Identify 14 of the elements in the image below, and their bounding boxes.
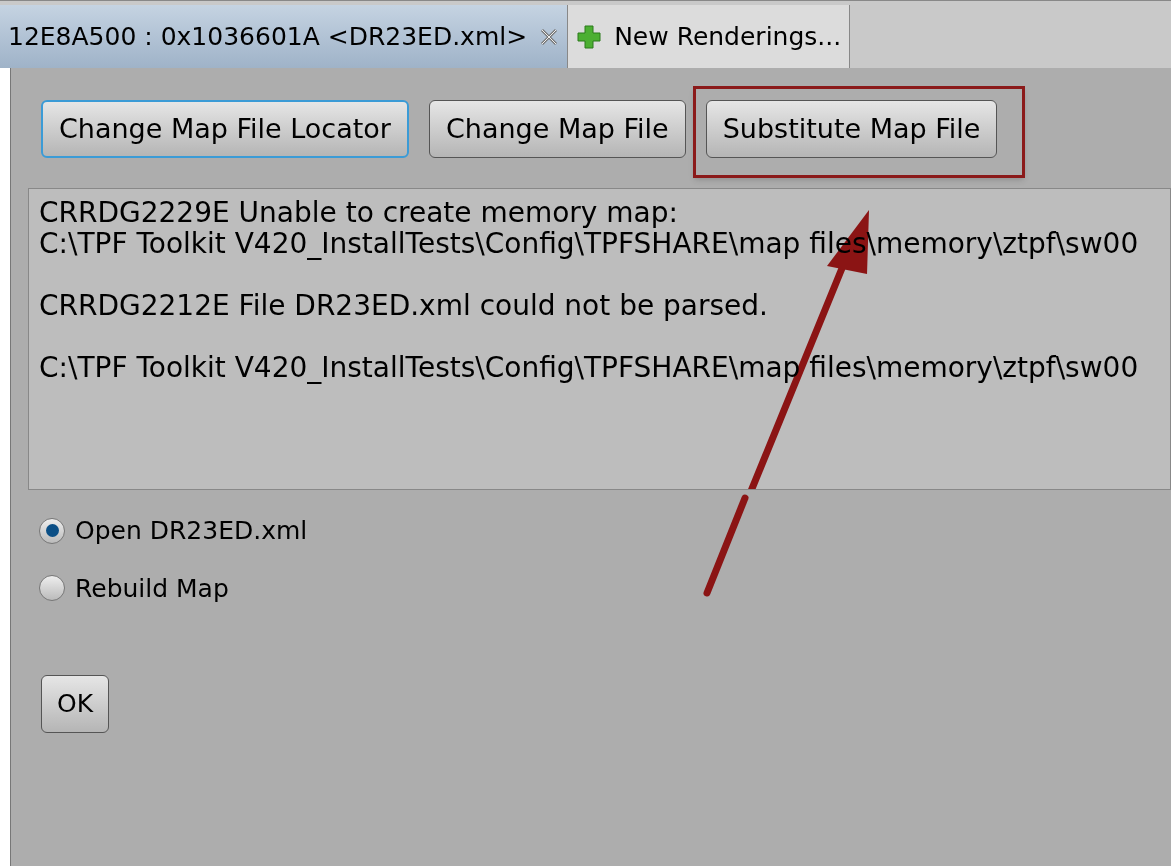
radio-option[interactable]: Open DR23ED.xml [39, 512, 308, 550]
tab[interactable]: New Renderings... [568, 5, 851, 68]
action-button[interactable]: Change Map File Locator [41, 100, 409, 158]
radio-button[interactable] [39, 575, 65, 602]
radio-button[interactable] [39, 517, 65, 544]
ok-button[interactable]: OK [41, 675, 109, 733]
message-line: CRRDG2212E File DR23ED.xml could not be parsed. [39, 290, 768, 321]
close-icon[interactable] [539, 26, 560, 47]
radio-option[interactable]: Rebuild Map [39, 569, 229, 607]
action-button[interactable]: Substitute Map File [705, 100, 998, 158]
message-line: C:\TPF Toolkit V420_InstallTests\Config\TPFSHARE\map files\memory\ztpf\sw00 [39, 352, 1139, 383]
tab[interactable]: 12E8A500 : 0x1036601A <DR23ED.xml> [0, 5, 569, 68]
action-button[interactable]: Change Map File [428, 100, 686, 158]
message-line: CRRDG2229E Unable to create memory map: [39, 197, 678, 228]
